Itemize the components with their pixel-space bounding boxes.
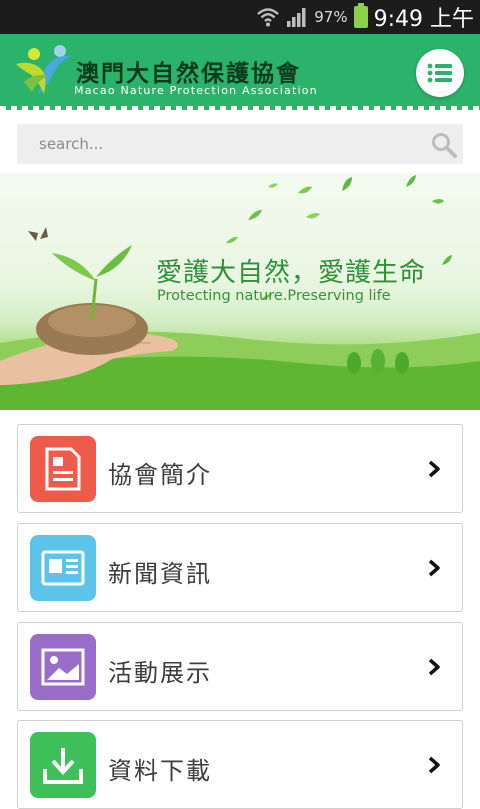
menu-item-downloads[interactable]: 資料下載	[17, 720, 463, 809]
signal-icon	[287, 8, 306, 27]
banner-headline-en: Protecting nature.Preserving life	[157, 288, 391, 304]
logo-figures-icon	[16, 45, 72, 94]
menu-item-activities[interactable]: 活動展示	[17, 622, 463, 711]
search-input[interactable]	[17, 124, 417, 164]
menu-item-label: 新聞資訊	[108, 560, 212, 588]
header-stitch-border	[0, 106, 480, 110]
banner-headline-cn: 愛護大自然，愛護生命	[156, 258, 427, 288]
search-bar	[17, 124, 463, 164]
logo-title-en: Macao Nature Protection Association	[74, 84, 318, 97]
menu-tile-about	[30, 436, 96, 502]
status-right: 97% 9:49 上午	[256, 0, 474, 34]
menu-button[interactable]	[416, 49, 464, 97]
menu-item-about[interactable]: 協會簡介	[17, 424, 463, 513]
search-icon[interactable]	[431, 132, 457, 158]
picture-icon	[41, 648, 85, 686]
chevron-right-icon	[428, 559, 440, 577]
chevron-right-icon	[428, 658, 440, 676]
list-menu-icon	[427, 63, 452, 83]
battery-icon	[353, 3, 368, 28]
menu-tile-activities	[30, 634, 96, 700]
logo-title-cn: 澳門大自然保護協會	[76, 60, 301, 87]
news-icon	[41, 550, 85, 586]
chevron-right-icon	[428, 756, 440, 774]
clock: 9:49 上午	[373, 7, 474, 32]
document-icon	[45, 447, 81, 491]
status-bar: 97% 9:49 上午	[0, 0, 480, 34]
menu-item-news[interactable]: 新聞資訊	[17, 523, 463, 612]
menu-item-label: 協會簡介	[108, 461, 212, 489]
battery-percent: 97%	[314, 8, 348, 26]
download-icon	[43, 748, 83, 784]
menu-item-label: 活動展示	[108, 659, 212, 687]
chevron-right-icon	[428, 460, 440, 478]
wifi-icon	[257, 8, 280, 27]
menu-tile-downloads	[30, 732, 96, 798]
menu-tile-news	[30, 535, 96, 601]
menu-item-label: 資料下載	[108, 757, 212, 785]
